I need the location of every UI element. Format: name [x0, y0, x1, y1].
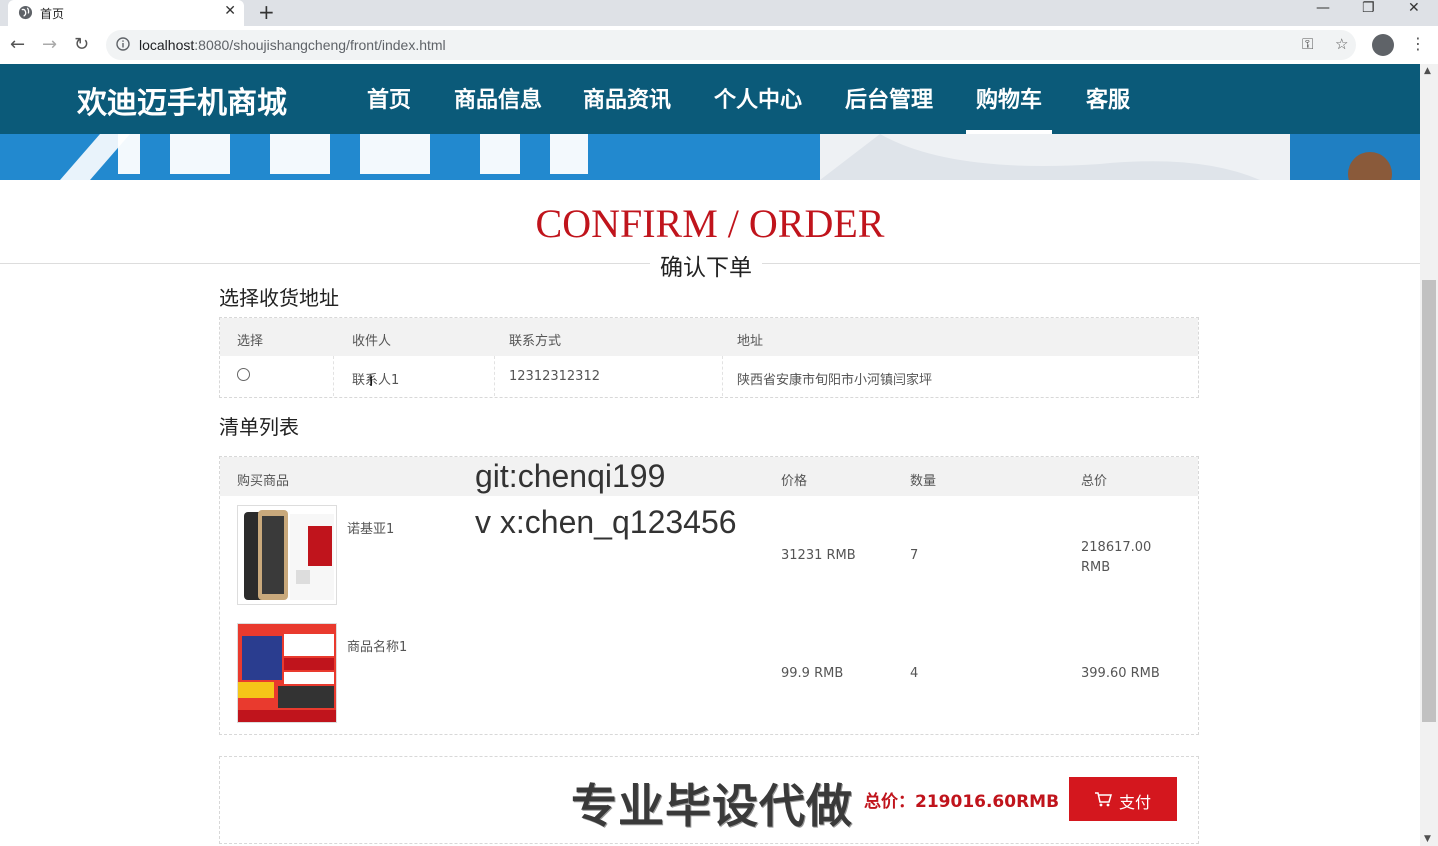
url-text: localhost:8080/shoujishangcheng/front/in… [139, 37, 446, 53]
col-price: 价格 [781, 474, 808, 489]
nav-admin[interactable]: 后台管理 [845, 82, 933, 114]
forward-arrow-icon[interactable]: → [42, 34, 57, 55]
nav-user-center[interactable]: 个人中心 [714, 82, 802, 114]
address-section-title: 选择收货地址 [219, 286, 339, 310]
product-name: 诺基亚1 [347, 522, 395, 537]
product-price: 31231 RMB [781, 548, 856, 563]
tab-title: 首页 [40, 7, 65, 21]
recipient-phone: 12312312312 [509, 369, 600, 384]
reload-icon[interactable]: ↻ [74, 34, 89, 55]
text-cursor-icon: I [369, 374, 374, 390]
scrollbar-thumb[interactable] [1422, 280, 1436, 722]
address-radio[interactable] [237, 368, 250, 381]
scroll-up-icon[interactable]: ▲ [1424, 66, 1431, 76]
product-image-phone[interactable] [237, 505, 337, 605]
minimize-window-icon[interactable]: — [1316, 0, 1330, 16]
address-table-header: 选择 收件人 联系方式 地址 [220, 318, 1198, 356]
address-table: 选择 收件人 联系方式 地址 联系人1 12312312312 陕西省安康市旬阳… [219, 317, 1199, 398]
site-logo[interactable]: 欢迪迈手机商城 [77, 78, 287, 122]
cell-divider [722, 356, 724, 396]
shopping-cart-icon [1095, 792, 1112, 807]
order-total: 总价：219016.60RMB [864, 792, 1060, 812]
col-address: 地址 [737, 334, 764, 349]
recipient-name: 联系人1 [352, 373, 400, 388]
browser-menu-icon[interactable]: ⋮ [1410, 34, 1426, 53]
product-qty: 4 [910, 666, 919, 681]
page-title-cn: 确认下单 [650, 248, 762, 282]
browser-tab-strip: 首页 ✕ + — ❐ ✕ [0, 0, 1438, 26]
list-section-title: 清单列表 [219, 415, 299, 439]
nav-products[interactable]: 商品信息 [454, 82, 542, 114]
overlay-wx-text: v x:chen_q123456 [475, 504, 737, 540]
product-total: 218617.00 RMB [1081, 540, 1152, 575]
new-tab-button[interactable]: + [258, 0, 275, 24]
key-icon[interactable]: ⚿ [1302, 35, 1313, 53]
restore-window-icon[interactable]: ❐ [1362, 0, 1375, 16]
close-window-icon[interactable]: ✕ [1408, 0, 1420, 16]
overlay-ad-text: 专业毕设代做 [571, 779, 853, 833]
product-name: 商品名称1 [347, 640, 408, 655]
nav-cart[interactable]: 购物车 [976, 82, 1042, 114]
col-phone: 联系方式 [509, 334, 562, 349]
site-info-icon[interactable] [116, 37, 130, 51]
nav-news[interactable]: 商品资讯 [583, 82, 671, 114]
address-bar-row: ← → ↻ localhost:8080/shoujishangcheng/fr… [0, 26, 1438, 65]
col-product: 购买商品 [237, 474, 290, 489]
pay-label: 支付 [1119, 795, 1152, 812]
profile-avatar-icon[interactable] [1372, 34, 1394, 56]
scroll-down-icon[interactable]: ▼ [1424, 834, 1431, 844]
globe-icon [18, 5, 33, 20]
col-select: 选择 [237, 334, 264, 349]
back-arrow-icon[interactable]: ← [10, 34, 25, 55]
col-qty: 数量 [910, 474, 937, 489]
star-bookmark-icon[interactable]: ☆ [1335, 35, 1348, 53]
nav-service[interactable]: 客服 [1086, 82, 1130, 114]
col-recipient: 收件人 [352, 334, 392, 349]
product-image-k40[interactable] [237, 623, 337, 723]
close-tab-icon[interactable]: ✕ [224, 3, 236, 19]
site-header: 欢迪迈手机商城 首页 商品信息 商品资讯 个人中心 后台管理 购物车 客服 [0, 64, 1420, 134]
nav-home[interactable]: 首页 [367, 82, 411, 114]
product-total: 399.60 RMB [1081, 666, 1160, 681]
overlay-git-text: git:chenqi199 [475, 458, 666, 494]
browser-tab[interactable]: 首页 ✕ [8, 0, 244, 26]
page-title-en: CONFIRM / ORDER [535, 201, 885, 246]
cell-divider [494, 356, 496, 396]
items-table-header: 购买商品 价格 数量 总价 [220, 457, 1198, 496]
recipient-address: 陕西省安康市旬阳市小河镇闫家坪 [737, 373, 933, 388]
pay-button[interactable]: 支付 [1069, 777, 1177, 821]
items-table: 购买商品 价格 数量 总价 诺基亚1 31231 RMB 7 218617.00… [219, 456, 1199, 735]
col-total: 总价 [1081, 474, 1108, 489]
product-qty: 7 [910, 548, 919, 563]
product-price: 99.9 RMB [781, 666, 844, 681]
banner-image [0, 134, 1420, 180]
cell-divider [333, 356, 335, 396]
url-input[interactable]: localhost:8080/shoujishangcheng/front/in… [106, 30, 1356, 60]
